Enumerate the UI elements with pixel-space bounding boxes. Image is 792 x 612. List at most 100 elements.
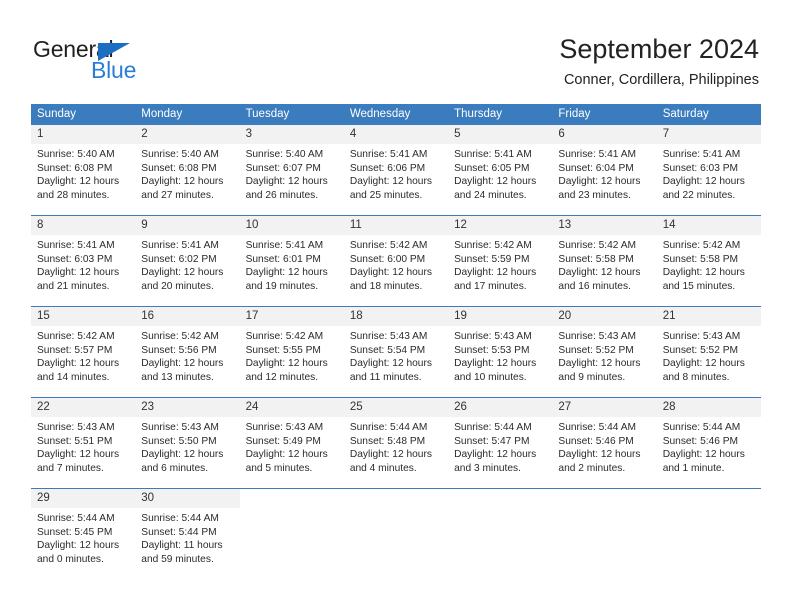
day-daylight1-text: Daylight: 12 hours (141, 449, 224, 461)
day-daylight1-text: Daylight: 12 hours (454, 267, 537, 279)
day-daylight2-text: and 6 minutes. (141, 462, 209, 474)
calendar-day-cell[interactable]: 8 Sunrise: 5:41 AM Sunset: 6:03 PM Daylight… (31, 215, 136, 307)
calendar-day-cell[interactable]: 21 Sunrise: 5:43 AM Sunset: 5:52 PM Dayligh… (656, 306, 761, 398)
calendar-body: 1 Sunrise: 5:40 AM Sunset: 6:08 PM Daylight… (31, 125, 761, 579)
weekday-header-cell: Saturday (656, 104, 761, 125)
day-daylight2-text: and 9 minutes. (558, 371, 626, 383)
calendar-day-cell[interactable]: 20 Sunrise: 5:43 AM Sunset: 5:52 PM Dayligh… (552, 306, 657, 398)
day-number: 30 (135, 489, 240, 508)
day-sunrise-text: Sunrise: 5:44 AM (141, 513, 219, 524)
calendar-day-cell[interactable]: 18 Sunrise: 5:43 AM Sunset: 5:54 PM Dayligh… (343, 306, 449, 398)
calendar-day-cell[interactable]: 14 Sunrise: 5:42 AM Sunset: 5:58 PM Dayligh… (656, 215, 761, 307)
calendar-day-cell[interactable]: 15 Sunrise: 5:42 AM Sunset: 5:57 PM Dayligh… (31, 306, 136, 398)
calendar-day-cell[interactable]: 7 Sunrise: 5:41 AM Sunset: 6:03 PM Daylight… (656, 125, 761, 216)
calendar-day-cell[interactable]: 16 Sunrise: 5:42 AM Sunset: 5:56 PM Dayligh… (135, 306, 240, 398)
day-daylight2-text: and 7 minutes. (37, 462, 104, 474)
day-number: 9 (135, 216, 240, 235)
day-daylight2-text: and 26 minutes. (245, 189, 319, 201)
day-number: 11 (343, 216, 449, 235)
calendar-day-cell[interactable]: 9 Sunrise: 5:41 AM Sunset: 6:02 PM Daylight… (135, 215, 240, 307)
day-daylight1-text: Daylight: 12 hours (37, 358, 120, 370)
day-daylight2-text: and 3 minutes. (454, 462, 521, 474)
calendar-day-cell[interactable]: 26 Sunrise: 5:44 AM Sunset: 5:47 PM Dayligh… (448, 397, 553, 489)
calendar-day-cell[interactable]: 4 Sunrise: 5:41 AM Sunset: 6:06 PM Daylight… (343, 125, 449, 216)
calendar-week-row: 22 Sunrise: 5:43 AM Sunset: 5:51 PM Dayligh… (31, 397, 761, 489)
day-daylight1-text: Daylight: 12 hours (558, 267, 641, 279)
weekday-header-cell: Wednesday (343, 104, 449, 125)
day-info: Sunrise: 5:40 AM Sunset: 6:08 PM Daylight:… (31, 144, 135, 202)
calendar-day-cell[interactable]: 19 Sunrise: 5:43 AM Sunset: 5:53 PM Dayligh… (448, 306, 553, 398)
day-daylight2-text: and 15 minutes. (662, 280, 736, 292)
calendar-day-cell[interactable]: 17 Sunrise: 5:42 AM Sunset: 5:55 PM Dayligh… (239, 306, 344, 398)
day-sunrise-text: Sunrise: 5:42 AM (454, 240, 532, 251)
day-info: Sunrise: 5:44 AM Sunset: 5:46 PM Daylight:… (552, 417, 656, 475)
day-number: 12 (448, 216, 553, 235)
day-sunset-text: Sunset: 5:51 PM (37, 435, 113, 447)
day-sunset-text: Sunset: 5:53 PM (454, 344, 530, 356)
day-number: 15 (31, 307, 136, 326)
day-daylight1-text: Daylight: 12 hours (349, 358, 432, 370)
calendar-day-cell[interactable]: 28 Sunrise: 5:44 AM Sunset: 5:46 PM Dayligh… (656, 397, 761, 489)
day-number: 22 (31, 398, 136, 417)
day-info: Sunrise: 5:42 AM Sunset: 5:58 PM Daylight:… (552, 235, 656, 293)
day-daylight2-text: and 22 minutes. (662, 189, 736, 201)
calendar-day-cell[interactable]: 13 Sunrise: 5:42 AM Sunset: 5:58 PM Dayligh… (552, 215, 657, 307)
calendar-day-cell[interactable]: 1 Sunrise: 5:40 AM Sunset: 6:08 PM Daylight… (31, 125, 136, 216)
day-info: Sunrise: 5:41 AM Sunset: 6:02 PM Daylight:… (135, 235, 239, 293)
day-number: 23 (135, 398, 240, 417)
day-daylight2-text: and 12 minutes. (245, 371, 319, 383)
day-daylight2-text: and 18 minutes. (349, 280, 423, 292)
calendar-day-cell[interactable]: 2 Sunrise: 5:40 AM Sunset: 6:08 PM Daylight… (135, 125, 240, 216)
day-sunset-text: Sunset: 6:07 PM (245, 162, 321, 174)
day-daylight2-text: and 1 minute. (662, 462, 725, 474)
day-number: 1 (31, 125, 136, 144)
day-daylight1-text: Daylight: 11 hours (141, 540, 223, 552)
day-number: 26 (448, 398, 553, 417)
day-number: 5 (448, 125, 553, 144)
calendar-week-row: 29 Sunrise: 5:44 AM Sunset: 5:45 PM Dayligh… (31, 488, 761, 579)
calendar-day-cell[interactable]: 10 Sunrise: 5:41 AM Sunset: 6:01 PM Dayligh… (239, 215, 344, 307)
page-header: General Blue September 2024 Conner, Cord… (0, 0, 792, 100)
day-sunset-text: Sunset: 5:58 PM (558, 253, 634, 265)
calendar-day-cell[interactable]: 29 Sunrise: 5:44 AM Sunset: 5:45 PM Dayligh… (31, 488, 136, 579)
day-daylight1-text: Daylight: 12 hours (245, 358, 328, 370)
day-daylight2-text: and 19 minutes. (245, 280, 319, 292)
day-info: Sunrise: 5:44 AM Sunset: 5:47 PM Daylight:… (448, 417, 552, 475)
calendar-day-cell[interactable]: 24 Sunrise: 5:43 AM Sunset: 5:49 PM Dayligh… (239, 397, 344, 489)
day-daylight1-text: Daylight: 12 hours (141, 267, 224, 279)
day-number: 20 (552, 307, 657, 326)
day-sunset-text: Sunset: 5:52 PM (558, 344, 634, 356)
calendar-day-cell[interactable]: 25 Sunrise: 5:44 AM Sunset: 5:48 PM Dayligh… (343, 397, 449, 489)
day-number: 4 (343, 125, 449, 144)
day-info: Sunrise: 5:44 AM Sunset: 5:46 PM Daylight:… (657, 417, 761, 475)
calendar-day-cell[interactable]: 3 Sunrise: 5:40 AM Sunset: 6:07 PM Daylight… (239, 125, 344, 216)
day-daylight2-text: and 0 minutes. (37, 553, 104, 565)
calendar-day-cell[interactable]: 5 Sunrise: 5:41 AM Sunset: 6:05 PM Daylight… (448, 125, 553, 216)
calendar-day-cell[interactable]: 27 Sunrise: 5:44 AM Sunset: 5:46 PM Dayligh… (552, 397, 657, 489)
calendar-cell-empty (552, 488, 657, 579)
day-number: 14 (656, 216, 761, 235)
day-sunrise-text: Sunrise: 5:41 AM (37, 240, 115, 251)
day-sunrise-text: Sunrise: 5:40 AM (245, 149, 324, 160)
day-daylight1-text: Daylight: 12 hours (349, 176, 432, 188)
calendar-day-cell[interactable]: 23 Sunrise: 5:43 AM Sunset: 5:50 PM Dayligh… (135, 397, 240, 489)
day-sunset-text: Sunset: 6:05 PM (454, 162, 530, 174)
day-info: Sunrise: 5:42 AM Sunset: 5:59 PM Daylight:… (448, 235, 552, 293)
weekday-header-cell: Friday (552, 104, 657, 125)
day-sunset-text: Sunset: 6:08 PM (37, 162, 113, 174)
day-sunset-text: Sunset: 5:50 PM (141, 435, 217, 447)
day-info: Sunrise: 5:42 AM Sunset: 5:55 PM Daylight:… (240, 326, 344, 384)
day-daylight1-text: Daylight: 12 hours (37, 176, 120, 188)
calendar-cell-empty (343, 488, 449, 579)
day-sunrise-text: Sunrise: 5:43 AM (454, 331, 532, 342)
day-sunset-text: Sunset: 5:56 PM (141, 344, 217, 356)
day-number: 8 (31, 216, 136, 235)
calendar-week-row: 8 Sunrise: 5:41 AM Sunset: 6:03 PM Daylight… (31, 215, 761, 307)
day-number-placeholder (657, 489, 761, 508)
calendar-day-cell[interactable]: 12 Sunrise: 5:42 AM Sunset: 5:59 PM Dayligh… (448, 215, 553, 307)
day-number: 19 (448, 307, 553, 326)
calendar-day-cell[interactable]: 11 Sunrise: 5:42 AM Sunset: 6:00 PM Dayligh… (343, 215, 449, 307)
calendar-day-cell[interactable]: 30 Sunrise: 5:44 AM Sunset: 5:44 PM Dayligh… (135, 488, 240, 579)
calendar-day-cell[interactable]: 6 Sunrise: 5:41 AM Sunset: 6:04 PM Daylight… (552, 125, 657, 216)
calendar-day-cell[interactable]: 22 Sunrise: 5:43 AM Sunset: 5:51 PM Dayligh… (31, 397, 136, 489)
